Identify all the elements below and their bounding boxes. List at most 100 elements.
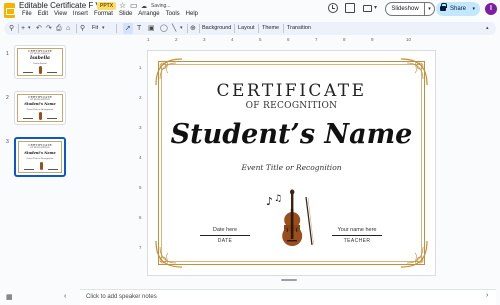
toolbar-divider: [199, 24, 200, 33]
speaker-notes-placeholder: Click to add speaker notes: [86, 294, 157, 300]
slide-thumbnail-1[interactable]: CERTIFICATE OF RECOGNITION Isabella Viol…: [14, 45, 66, 79]
menu-help[interactable]: Help: [183, 11, 201, 17]
date-signature-text[interactable]: Date here: [200, 227, 250, 233]
violin-illustration[interactable]: ♪ ♫: [266, 189, 322, 251]
redo-icon[interactable]: ↷: [46, 24, 52, 33]
teacher-signature-text[interactable]: Your name here: [332, 227, 382, 233]
thumbnail-violin: [39, 112, 42, 120]
ruler-tick: 1: [139, 65, 142, 70]
search-menus-icon[interactable]: ⚲: [9, 24, 14, 33]
star-icon[interactable]: ☆: [119, 1, 126, 10]
line-dropdown-icon[interactable]: ▾: [180, 24, 183, 33]
thumbnail-signature-line: [23, 118, 33, 119]
slide-number: 3: [6, 139, 9, 145]
paint-format-icon[interactable]: ⌂: [66, 24, 70, 33]
toolbar-divider: [187, 24, 188, 33]
teacher-signature-line: [332, 235, 382, 236]
share-label: Share: [450, 6, 467, 12]
slide-number: 2: [6, 95, 9, 101]
ruler-tick: 7: [315, 37, 318, 42]
share-dropdown-icon[interactable]: ▾: [472, 2, 475, 16]
menu-view[interactable]: View: [51, 11, 70, 17]
comments-icon[interactable]: [345, 3, 355, 13]
undo-icon[interactable]: ↶: [36, 24, 42, 33]
toolbar-divider: [234, 24, 235, 33]
horizontal-ruler: 1 2 3 4 5 6 7 8 9 10: [147, 37, 436, 43]
teacher-caption[interactable]: TEACHER: [332, 238, 382, 244]
speaker-notes[interactable]: Click to add speaker notes: [80, 289, 496, 305]
grid-view-icon[interactable]: ▦: [6, 293, 13, 301]
thumbnail-name: Student's Name: [24, 151, 56, 155]
menu-arrange[interactable]: Arrange: [135, 11, 162, 17]
certificate-title[interactable]: CERTIFICATE: [148, 81, 435, 101]
slideshow-dropdown-icon[interactable]: ▾: [424, 2, 435, 16]
thumbnail-subtitle: OF RECOGNITION: [30, 147, 50, 149]
new-slide-icon[interactable]: +: [21, 24, 25, 33]
student-name[interactable]: Student’s Name: [148, 119, 435, 150]
thumbnail-signature-line: [48, 169, 58, 170]
slide-thumbnail-2[interactable]: CERTIFICATE OF RECOGNITION Student's Nam…: [14, 91, 66, 125]
thumbnail-signature-line: [47, 72, 57, 73]
menu-file[interactable]: File: [19, 11, 35, 17]
save-status: Saving...: [151, 3, 171, 9]
ruler-tick: 9: [371, 37, 374, 42]
toolbar-divider: [76, 24, 77, 33]
current-slide[interactable]: CERTIFICATE OF RECOGNITION Student’s Nam…: [147, 50, 436, 276]
ruler-tick: 7: [139, 245, 142, 250]
corner-ornament: [155, 240, 183, 268]
share-button[interactable]: Share ▾: [436, 2, 480, 16]
cursor-icon: ➚: [125, 25, 131, 32]
menu-format[interactable]: Format: [91, 11, 116, 17]
thumbnail-name: Isabella: [30, 56, 50, 61]
ruler-tick: 1: [147, 37, 150, 42]
notes-resize-handle[interactable]: [281, 279, 297, 281]
explore-icon[interactable]: ›: [486, 292, 488, 299]
print-icon[interactable]: ⎙: [56, 24, 62, 33]
date-caption[interactable]: DATE: [200, 238, 250, 244]
new-slide-dropdown-icon[interactable]: ▾: [28, 24, 31, 33]
add-comment-icon[interactable]: ⊕: [190, 24, 196, 33]
line-icon[interactable]: ╲: [172, 24, 176, 33]
zoom-dropdown-icon[interactable]: ▾: [102, 24, 105, 33]
ruler-tick: 5: [139, 185, 142, 190]
slide-number: 1: [6, 51, 9, 57]
text-box-icon[interactable]: T: [137, 24, 141, 33]
account-avatar[interactable]: I: [485, 3, 497, 15]
slides-logo-icon[interactable]: [4, 3, 15, 18]
version-history-icon[interactable]: [328, 3, 338, 13]
date-signature-line: [200, 235, 250, 236]
collapse-panel-icon[interactable]: ‹: [64, 293, 66, 300]
lock-icon: [440, 3, 447, 11]
meet-caret-icon[interactable]: ▾: [374, 4, 377, 11]
toolbar-divider: [283, 24, 284, 33]
thumbnail-violin: [40, 162, 43, 170]
collapse-toolbar-icon[interactable]: ▴: [486, 24, 489, 33]
certificate-subtitle[interactable]: OF RECOGNITION: [148, 101, 435, 111]
zoom-icon[interactable]: ⚲: [80, 24, 85, 33]
vertical-ruler: 1 2 3 4 5 6 7: [139, 50, 145, 275]
meet-camera-icon[interactable]: [363, 5, 372, 12]
toolbar-divider: [18, 24, 19, 33]
menu-tools[interactable]: Tools: [163, 11, 183, 17]
thumbnail-signature-line: [24, 169, 34, 170]
ruler-tick: 10: [406, 37, 412, 42]
ruler-tick: 6: [287, 37, 290, 42]
zoom-select[interactable]: Fit: [92, 24, 98, 33]
svg-text:♪: ♪: [266, 195, 273, 208]
transition-button[interactable]: Transition: [287, 24, 311, 33]
menu-edit[interactable]: Edit: [35, 11, 51, 17]
menu-insert[interactable]: Insert: [70, 11, 91, 17]
toolbar-divider: [116, 24, 117, 33]
menu-slide[interactable]: Slide: [116, 11, 135, 17]
theme-button[interactable]: Theme: [262, 24, 279, 33]
image-icon[interactable]: ▣: [148, 24, 155, 33]
move-folder-icon[interactable]: ▭: [130, 1, 138, 10]
layout-button[interactable]: Layout: [238, 24, 255, 33]
shape-icon[interactable]: ◯: [160, 24, 168, 33]
cloud-sync-icon: ☁: [141, 4, 147, 10]
event-title[interactable]: Event Title or Recognition: [148, 163, 435, 172]
slideshow-button[interactable]: Slideshow: [385, 2, 425, 16]
slide-thumbnail-3[interactable]: CERTIFICATE OF RECOGNITION Student's Nam…: [14, 137, 66, 177]
ruler-tick: 4: [139, 155, 142, 160]
background-button[interactable]: Background: [202, 24, 231, 33]
